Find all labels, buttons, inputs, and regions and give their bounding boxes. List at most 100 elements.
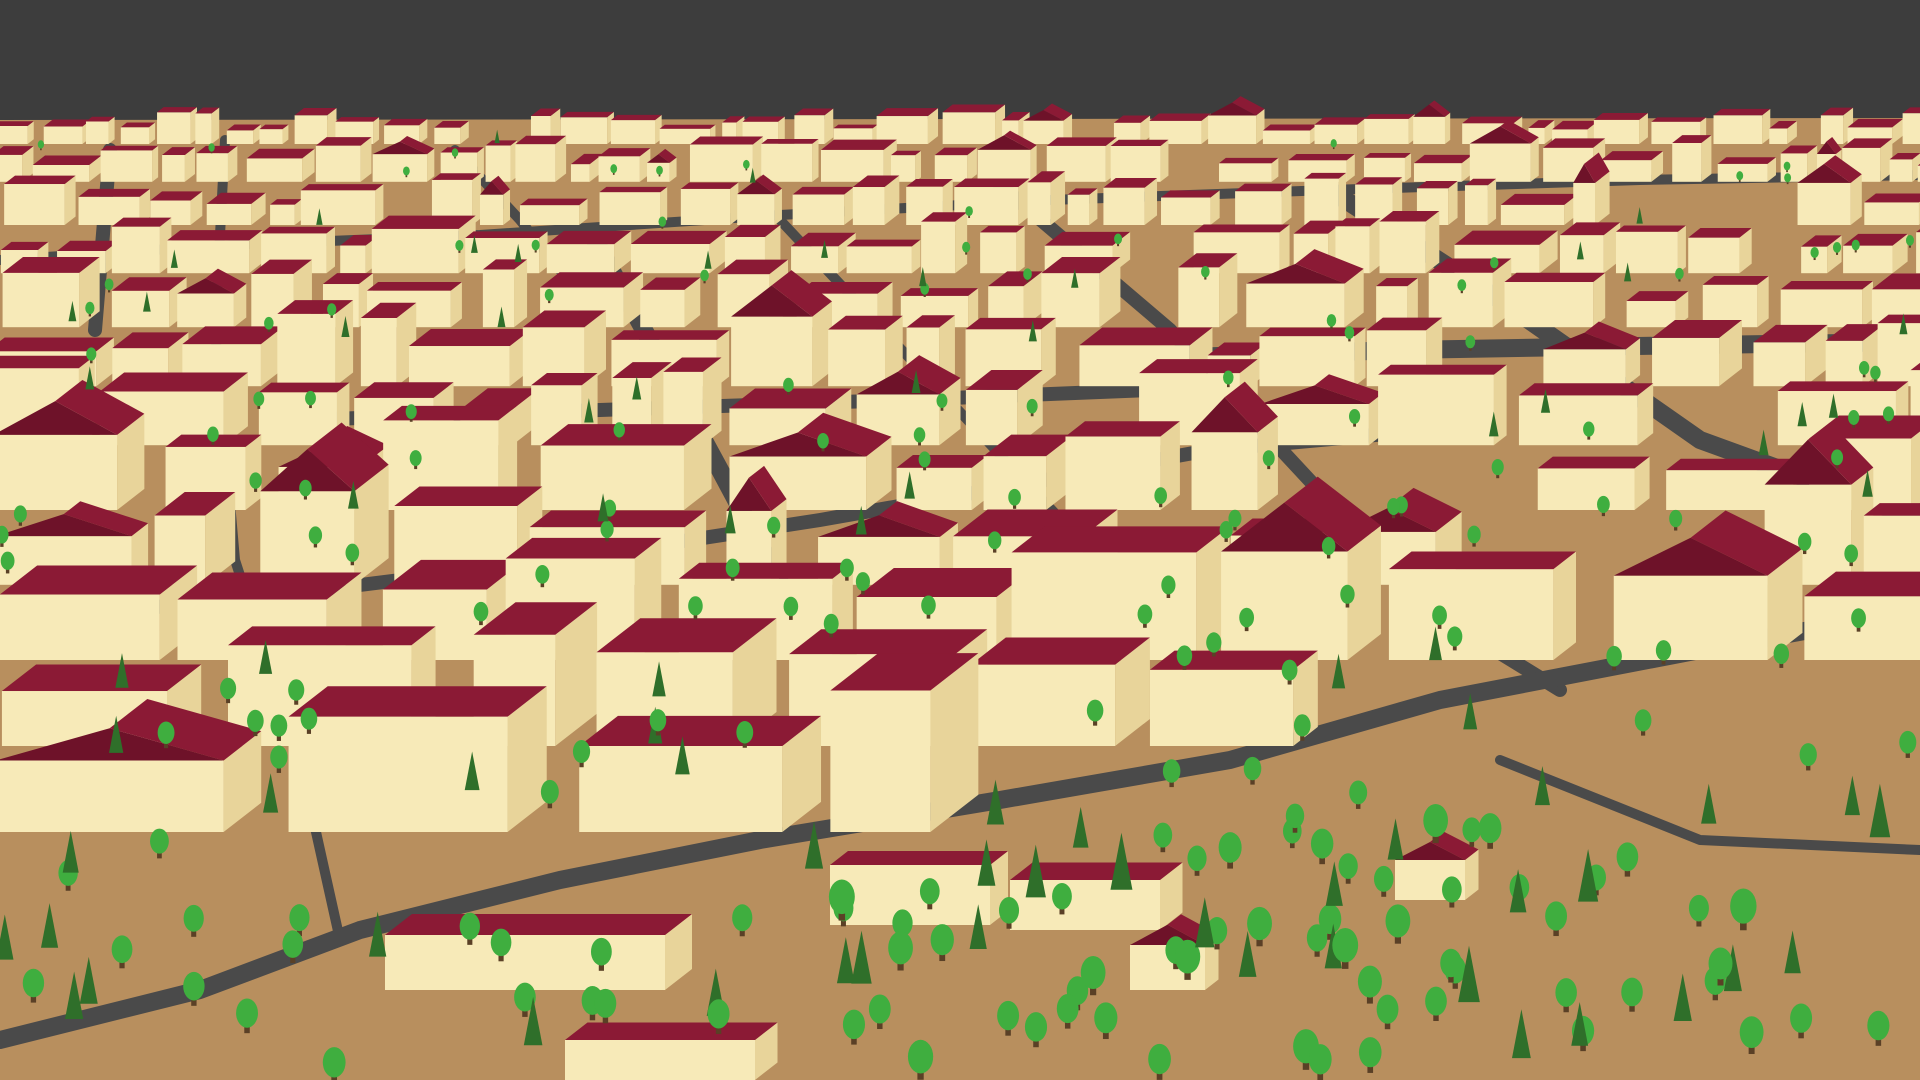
building-roof: [167, 230, 263, 241]
building-side-wall: [1448, 180, 1458, 225]
building-roof: [1666, 458, 1794, 471]
tree-crown: [1736, 171, 1744, 181]
building-front-wall: [1379, 221, 1426, 274]
building-roof: [610, 114, 662, 121]
tree-crown: [839, 558, 854, 578]
tree-crown: [1086, 699, 1104, 722]
building-front-wall: [1161, 197, 1211, 225]
flat-roof-building: [111, 277, 187, 328]
city-scene[interactable]: [0, 0, 1920, 1080]
building-front-wall: [599, 192, 661, 225]
tree-crown: [732, 904, 753, 932]
building-roof: [1378, 364, 1507, 375]
tree-crown: [767, 516, 781, 535]
tree-crown: [688, 596, 703, 616]
building-front-wall: [977, 149, 1031, 182]
tree-crown: [540, 779, 559, 804]
flat-roof-building: [942, 104, 1006, 144]
building-roof: [0, 337, 114, 352]
tree-crown: [455, 240, 464, 251]
building-front-wall: [1221, 551, 1348, 660]
flat-roof-building: [1304, 172, 1347, 225]
tree-crown: [919, 878, 940, 905]
building-roof: [385, 914, 692, 935]
tree-crown: [1153, 822, 1173, 848]
tree-crown: [1831, 449, 1844, 466]
building-roof: [1161, 190, 1220, 198]
building-front-wall: [43, 126, 83, 144]
tree-crown: [1308, 1044, 1332, 1075]
flat-roof-building: [259, 124, 289, 144]
building-front-wall: [4, 184, 65, 225]
building-front-wall: [167, 240, 250, 274]
building-front-wall: [1191, 432, 1258, 510]
building-roof: [1262, 124, 1318, 131]
building-front-wall: [1413, 116, 1445, 144]
building-front-wall: [1889, 159, 1913, 182]
building-roof: [820, 139, 897, 150]
building-front-wall: [1543, 349, 1626, 387]
building-front-wall: [85, 121, 109, 144]
3d-viewport[interactable]: [0, 0, 1920, 1080]
building-side-wall: [1338, 172, 1347, 225]
flat-roof-building: [0, 121, 34, 144]
tree-crown: [1606, 645, 1622, 667]
building-roof: [565, 1022, 778, 1040]
building-roof: [1149, 113, 1211, 121]
flat-roof-building: [794, 108, 834, 144]
tree-crown: [1080, 956, 1106, 990]
building-roof: [100, 145, 159, 151]
building-front-wall: [1666, 470, 1779, 510]
flat-roof-building: [360, 302, 417, 387]
flat-roof-building: [1110, 139, 1169, 182]
flat-roof-building: [971, 637, 1150, 746]
flat-roof-building: [640, 277, 701, 328]
building-side-wall: [1757, 275, 1769, 328]
building-side-wall: [1016, 225, 1025, 274]
tree-crown: [1490, 257, 1499, 269]
building-front-wall: [0, 594, 160, 660]
flat-roof-building: [1780, 281, 1874, 328]
flat-roof-building: [761, 138, 819, 182]
tree-crown: [1447, 626, 1463, 647]
flat-roof-building: [934, 147, 977, 182]
building-roof: [258, 382, 350, 393]
building-side-wall: [915, 150, 922, 182]
tree-crown: [249, 472, 262, 489]
tree-crown: [150, 828, 169, 854]
tree-crown: [1332, 927, 1359, 963]
tree-crown: [85, 301, 95, 315]
flat-roof-building: [4, 175, 76, 225]
tree-crown: [1688, 894, 1709, 922]
tree-crown: [490, 928, 512, 957]
building-roof: [1462, 116, 1523, 124]
tree-crown: [572, 739, 591, 763]
building-front-wall: [934, 155, 968, 182]
tree-crown: [1851, 608, 1866, 628]
tree-crown: [1462, 817, 1482, 843]
tree-crown: [253, 391, 265, 407]
flat-roof-building: [1717, 157, 1776, 182]
flat-roof-building: [1500, 193, 1579, 225]
tree-crown: [1457, 279, 1467, 291]
tree-crown: [823, 613, 839, 634]
building-side-wall: [1677, 225, 1686, 274]
tree-crown: [1491, 459, 1504, 476]
building-front-wall: [598, 156, 640, 182]
flat-roof-building: [1713, 108, 1771, 144]
building-front-wall: [408, 346, 510, 387]
building-side-wall: [1425, 210, 1440, 274]
tree-crown: [1340, 584, 1355, 604]
building-front-wall: [1110, 145, 1161, 182]
building-front-wall: [1208, 115, 1257, 144]
building-roof: [1193, 224, 1290, 233]
tree-crown: [13, 505, 27, 523]
building-front-wall: [1613, 575, 1768, 660]
building-side-wall: [373, 117, 380, 144]
tree-crown: [1358, 1037, 1382, 1068]
tree-crown: [1218, 832, 1242, 863]
flat-roof-building: [1864, 193, 1920, 225]
tree-crown: [997, 1000, 1020, 1031]
flat-roof-building: [1103, 178, 1158, 225]
tree-crown: [345, 543, 360, 562]
